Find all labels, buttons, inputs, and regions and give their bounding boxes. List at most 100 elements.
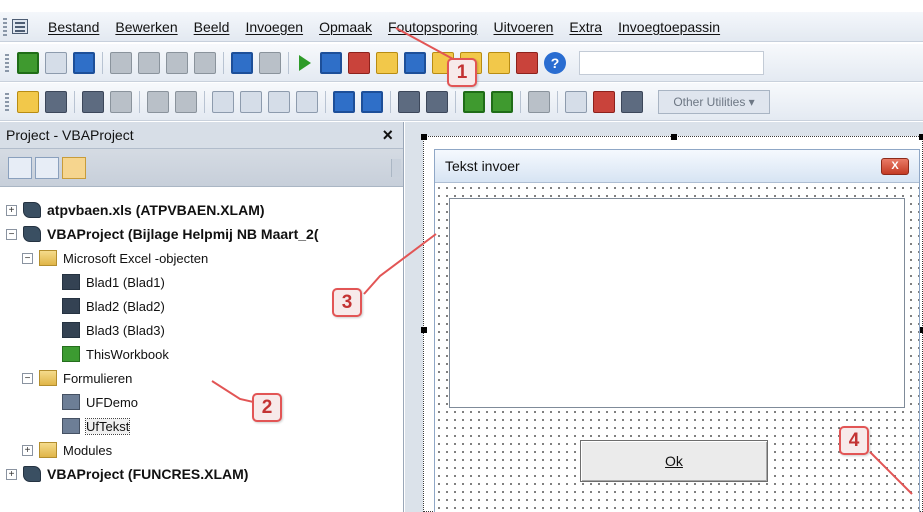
toolbar-separator bbox=[557, 90, 558, 113]
align-icon[interactable] bbox=[147, 90, 169, 113]
numbered-list-icon[interactable] bbox=[361, 90, 383, 113]
tree-item-blad1[interactable]: Blad1 (Blad1) bbox=[62, 271, 165, 293]
reset-icon[interactable] bbox=[348, 51, 370, 74]
toolbar-grip-icon[interactable] bbox=[5, 53, 9, 72]
tree-item-label: Modules bbox=[63, 442, 113, 458]
tree-item-blad3[interactable]: Blad3 (Blad3) bbox=[62, 319, 165, 341]
tree-item-vbaproject-bijlage[interactable]: − VBAProject (Bijlage Helpmij NB Maart_2… bbox=[6, 223, 319, 245]
menu-item-extra[interactable]: Extra bbox=[561, 19, 610, 35]
menu-bar: Bestand Bewerken Beeld Invoegen Opmaak F… bbox=[0, 12, 923, 42]
tree-item-thisworkbook[interactable]: ThisWorkbook bbox=[62, 343, 169, 365]
tree-item-modules[interactable]: + Modules bbox=[22, 439, 112, 461]
redo-icon[interactable] bbox=[259, 51, 281, 74]
tree-item-atpvbaen[interactable]: + atpvbaen.xls (ATPVBAEN.XLAM) bbox=[6, 199, 265, 221]
resize-handle[interactable] bbox=[919, 134, 923, 140]
collapse-icon[interactable]: − bbox=[6, 228, 17, 240]
tree-item-vbaproject-funcres[interactable]: + VBAProject (FUNCRES.XLAM) bbox=[6, 463, 248, 485]
center-icon[interactable] bbox=[175, 90, 197, 113]
other-utilities-dropdown[interactable]: Other Utilities ▾ bbox=[658, 89, 770, 114]
form-design-frame[interactable]: Tekst invoer X Ok bbox=[421, 134, 923, 512]
tree-item-excel-objects[interactable]: − Microsoft Excel -objecten bbox=[22, 247, 208, 269]
help-icon[interactable]: ? bbox=[544, 51, 566, 74]
userform-toolbar: Other Utilities ▾ bbox=[0, 83, 923, 121]
ok-button[interactable]: Ok bbox=[580, 440, 768, 482]
paste-icon[interactable] bbox=[166, 51, 188, 74]
bring-to-front-icon[interactable] bbox=[17, 90, 39, 113]
userform-icon bbox=[62, 418, 80, 434]
menu-item-uitvoeren[interactable]: Uitvoeren bbox=[486, 19, 562, 35]
save-icon[interactable] bbox=[73, 51, 95, 74]
align-top-icon[interactable] bbox=[296, 90, 318, 113]
text-input-box[interactable] bbox=[449, 198, 905, 408]
tree-item-ufdemo[interactable]: UFDemo bbox=[62, 391, 138, 413]
insert-userform-icon[interactable] bbox=[45, 51, 67, 74]
close-icon[interactable]: × bbox=[382, 126, 393, 144]
expand-icon[interactable]: + bbox=[22, 444, 33, 456]
close-icon[interactable]: X bbox=[881, 157, 909, 175]
resize-handle[interactable] bbox=[421, 134, 427, 140]
outdent-icon[interactable] bbox=[426, 90, 448, 113]
align-left-icon[interactable] bbox=[212, 90, 234, 113]
break-icon[interactable] bbox=[320, 51, 342, 74]
worksheet-icon bbox=[62, 322, 80, 338]
zoom-icon[interactable] bbox=[528, 90, 550, 113]
excel-view-icon[interactable] bbox=[17, 51, 39, 74]
align-right-icon[interactable] bbox=[268, 90, 290, 113]
menu-item-bewerken[interactable]: Bewerken bbox=[107, 19, 185, 35]
size-icon[interactable] bbox=[491, 90, 513, 113]
find-icon[interactable] bbox=[194, 51, 216, 74]
group-icon[interactable] bbox=[82, 90, 104, 113]
menu-item-bestand[interactable]: Bestand bbox=[40, 19, 107, 35]
resize-handle[interactable] bbox=[421, 327, 427, 333]
toolbar-separator bbox=[455, 90, 456, 113]
bullet-list-icon[interactable] bbox=[333, 90, 355, 113]
properties-icon[interactable] bbox=[621, 90, 643, 113]
userform-grid[interactable]: Ok bbox=[435, 184, 919, 512]
send-to-back-icon[interactable] bbox=[45, 90, 67, 113]
indent-icon[interactable] bbox=[398, 90, 420, 113]
tools-icon[interactable] bbox=[516, 51, 538, 74]
toolbar-separator bbox=[390, 90, 391, 113]
collapse-icon[interactable]: − bbox=[22, 372, 33, 384]
toolbar-separator bbox=[223, 51, 224, 74]
tree-item-uftekst[interactable]: UfTekst bbox=[62, 415, 131, 437]
copy-icon[interactable] bbox=[138, 51, 160, 74]
undo-icon[interactable] bbox=[231, 51, 253, 74]
design-mode-icon[interactable] bbox=[376, 51, 398, 74]
userform-window: Tekst invoer X Ok bbox=[434, 149, 920, 512]
cut-icon[interactable] bbox=[110, 51, 132, 74]
menu-item-invoegtoepassingen[interactable]: Invoegtoepassin bbox=[610, 19, 728, 35]
resize-handle[interactable] bbox=[671, 134, 677, 140]
expand-icon[interactable]: + bbox=[6, 468, 17, 480]
run-icon[interactable] bbox=[299, 54, 311, 71]
menu-item-opmaak[interactable]: Opmaak bbox=[311, 19, 380, 35]
project-explorer-header: Project - VBAProject × bbox=[0, 122, 403, 149]
menu-item-foutopsporing[interactable]: Foutopsporing bbox=[380, 19, 486, 35]
toolbar-separator bbox=[288, 51, 289, 74]
menu-grip-icon[interactable] bbox=[3, 17, 7, 36]
tree-item-blad2[interactable]: Blad2 (Blad2) bbox=[62, 295, 165, 317]
project-explorer-icon[interactable] bbox=[404, 51, 426, 74]
application-menu-icon[interactable] bbox=[12, 19, 28, 34]
tree-item-formulieren[interactable]: − Formulieren bbox=[22, 367, 132, 389]
view-code-icon[interactable] bbox=[8, 156, 32, 179]
expand-icon[interactable]: + bbox=[6, 204, 17, 216]
view-object-icon[interactable] bbox=[35, 156, 59, 179]
collapse-icon[interactable]: − bbox=[22, 252, 33, 264]
menu-item-invoegen[interactable]: Invoegen bbox=[237, 19, 311, 35]
userform-title: Tekst invoer bbox=[445, 158, 520, 174]
align-center-icon[interactable] bbox=[240, 90, 262, 113]
ungroup-icon[interactable] bbox=[110, 90, 132, 113]
toolbar-separator bbox=[520, 90, 521, 113]
tree-item-label: Microsoft Excel -objecten bbox=[63, 250, 209, 266]
delete-control-icon[interactable] bbox=[593, 90, 615, 113]
menu-item-beeld[interactable]: Beeld bbox=[186, 19, 238, 35]
toolbar-scroll-handle[interactable] bbox=[391, 159, 401, 177]
eraser-icon[interactable] bbox=[565, 90, 587, 113]
tab-order-icon[interactable] bbox=[463, 90, 485, 113]
ok-button-label: Ok bbox=[665, 453, 683, 469]
toolbox-icon[interactable] bbox=[488, 51, 510, 74]
toolbar-input-field[interactable] bbox=[579, 50, 764, 75]
toggle-folders-icon[interactable] bbox=[62, 156, 86, 179]
toolbar-grip-icon[interactable] bbox=[5, 92, 9, 111]
